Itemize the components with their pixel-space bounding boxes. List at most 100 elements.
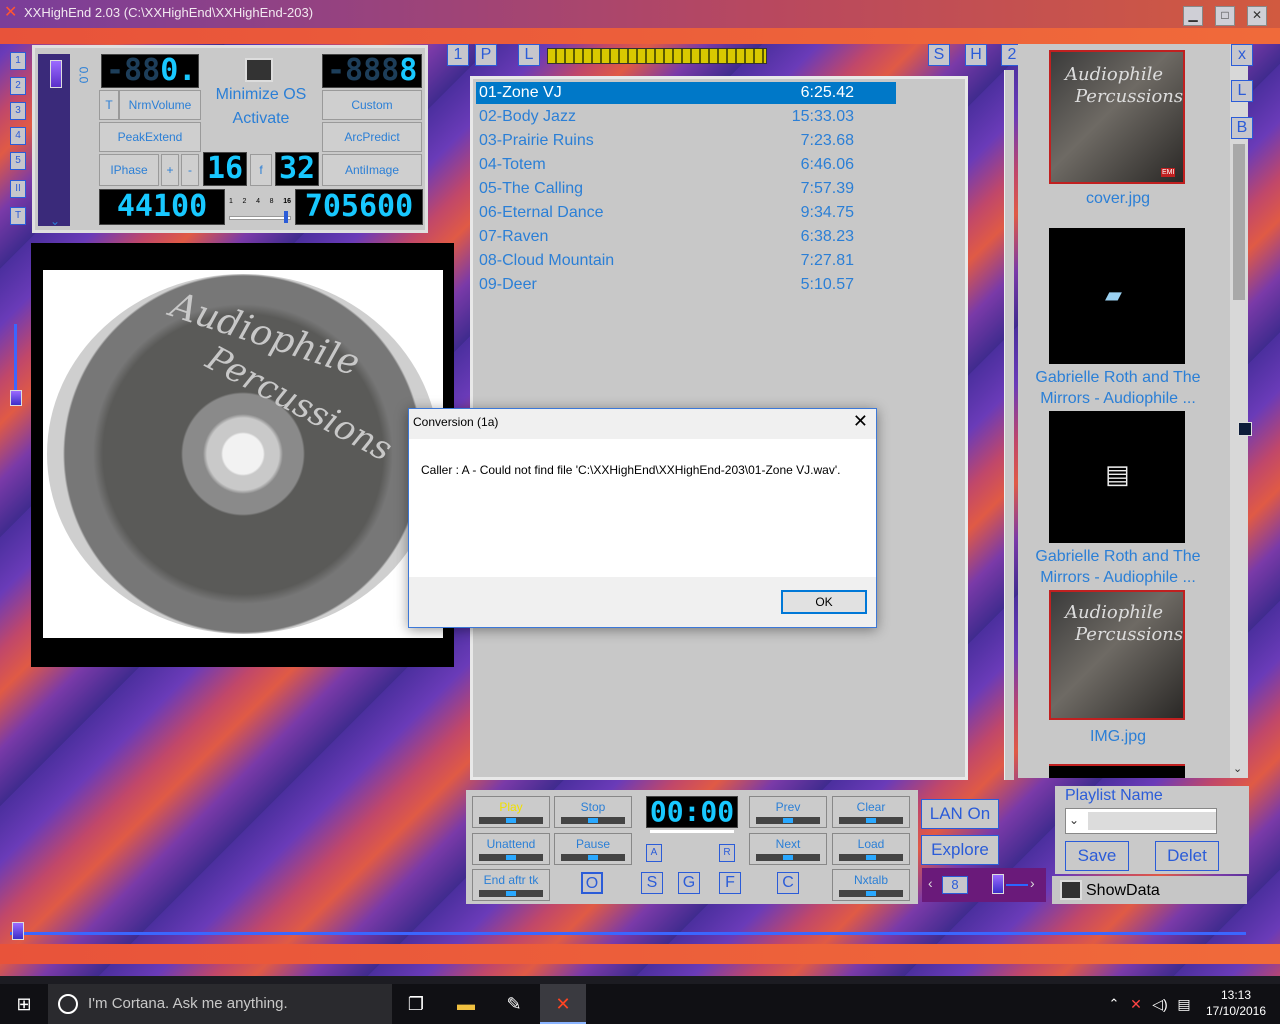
upsample-slider-handle[interactable] — [284, 211, 288, 223]
cortana-search-box[interactable]: I'm Cortana. Ask me anything. — [48, 984, 392, 1024]
chevron-left-icon[interactable]: ‹ — [928, 875, 933, 891]
thumbnail-cover[interactable]: Audiophile Percussions EMI — [1049, 50, 1185, 184]
chevron-down-icon[interactable]: ⌄ — [1069, 813, 1079, 827]
track-item[interactable]: 07-Raven 6:38.23 — [476, 226, 896, 248]
close-button[interactable]: ✕ — [1247, 6, 1267, 26]
next-button[interactable]: Next — [749, 833, 827, 865]
preset-ii-button[interactable]: II — [10, 180, 26, 198]
view-1-button[interactable]: 1 — [447, 44, 469, 66]
thumbnail-label[interactable]: Gabrielle Roth and The Mirrors - Audioph… — [1018, 367, 1218, 409]
thumbnail-label[interactable]: IMG.jpg — [1018, 726, 1218, 747]
plus-button[interactable]: + — [161, 154, 179, 186]
arc-predict-button[interactable]: ArcPredict — [322, 122, 422, 152]
volume-slider-handle[interactable] — [50, 60, 62, 88]
minus-button[interactable]: - — [181, 154, 199, 186]
windows-start-icon[interactable]: ⊞ — [12, 992, 36, 1016]
unattend-button[interactable]: Unattend — [472, 833, 550, 865]
lan-on-button[interactable]: LAN On — [921, 799, 999, 829]
clock-date[interactable]: 17/10/2016 — [1198, 1004, 1274, 1018]
thumbnail-file[interactable]: ▰ — [1049, 228, 1185, 364]
bottom-progress-slider[interactable] — [10, 932, 1246, 935]
thumbnail-img[interactable]: Audiophile Percussions — [1049, 590, 1185, 720]
preset-t-button[interactable]: T — [10, 207, 26, 225]
delete-button[interactable]: Delet — [1155, 841, 1219, 871]
right-b-button[interactable]: B — [1231, 117, 1253, 139]
playlist-name-input[interactable]: ⌄ — [1065, 808, 1217, 834]
thumbnail-partial[interactable] — [1049, 764, 1185, 778]
bottom-progress-handle[interactable] — [12, 922, 24, 940]
preset-3-button[interactable]: 3 — [10, 102, 26, 120]
g-button[interactable]: G — [678, 872, 700, 894]
position-slider[interactable] — [650, 830, 734, 833]
count-slider-handle[interactable] — [992, 874, 1004, 894]
xxhighend-taskbar-button[interactable]: ✕ — [540, 984, 586, 1024]
track-item[interactable]: 01-Zone VJ 6:25.42 — [476, 82, 896, 104]
chevron-down-icon[interactable]: ⌄ — [50, 214, 60, 228]
pause-button[interactable]: Pause — [554, 833, 632, 865]
preset-2-button[interactable]: 2 — [10, 77, 26, 95]
count-slider-track[interactable] — [1006, 884, 1028, 886]
minimize-os-label[interactable]: Minimize OS — [205, 86, 317, 104]
peak-extend-button[interactable]: PeakExtend — [99, 122, 201, 152]
s-mode-button[interactable]: S — [641, 872, 663, 894]
anti-image-button[interactable]: AntiImage — [322, 154, 422, 186]
x-button[interactable]: x — [1231, 44, 1253, 66]
stop-button[interactable]: Stop — [554, 796, 632, 828]
preset-4-button[interactable]: 4 — [10, 127, 26, 145]
end-after-track-button[interactable]: End aftr tk — [472, 869, 550, 901]
nrm-volume-button[interactable]: NrmVolume — [119, 90, 201, 120]
c-button[interactable]: C — [777, 872, 799, 894]
prev-button[interactable]: Prev — [749, 796, 827, 828]
track-item[interactable]: 04-Totem 6:46.06 — [476, 154, 896, 176]
show-data-toggle[interactable] — [1060, 880, 1082, 900]
upsample-slider[interactable] — [229, 211, 291, 223]
dialog-close-icon[interactable]: ✕ — [853, 411, 868, 432]
clock-time[interactable]: 13:13 — [1206, 988, 1266, 1002]
h-button[interactable]: H — [965, 44, 987, 66]
left-vertical-slider-handle[interactable] — [10, 390, 22, 406]
task-view-icon[interactable]: ❐ — [404, 992, 428, 1016]
volume-slider[interactable]: ⌄ — [38, 54, 70, 228]
play-button[interactable]: Play — [472, 796, 550, 828]
preset-1-button[interactable]: 1 — [10, 52, 26, 70]
p-button[interactable]: P — [475, 44, 497, 66]
r-button[interactable]: R — [719, 844, 735, 862]
chevron-up-icon[interactable]: ⌃ — [1102, 992, 1126, 1016]
chevron-right-icon[interactable]: › — [1030, 875, 1035, 891]
thumbnail-file[interactable]: ▤ — [1049, 411, 1185, 543]
iphase-button[interactable]: IPhase — [99, 154, 159, 186]
thumbnail-label[interactable]: cover.jpg — [1018, 188, 1218, 209]
load-button[interactable]: Load — [832, 833, 910, 865]
next-album-button[interactable]: Nxtalb — [832, 869, 910, 901]
f-mode-button[interactable]: F — [719, 872, 741, 894]
f-button[interactable]: f — [250, 154, 272, 186]
o-button[interactable]: O — [581, 872, 603, 894]
file-explorer-icon[interactable]: ▬ — [454, 992, 478, 1016]
s-button[interactable]: S — [928, 44, 950, 66]
track-item[interactable]: 02-Body Jazz 15:33.03 — [476, 106, 896, 128]
volume-icon[interactable]: ◁) — [1148, 992, 1172, 1016]
thumbnail-scrollbar-thumb[interactable] — [1233, 144, 1245, 300]
minimize-button[interactable]: ▁ — [1183, 6, 1203, 26]
preset-5-button[interactable]: 5 — [10, 152, 26, 170]
save-button[interactable]: Save — [1065, 841, 1129, 871]
thumbnail-label[interactable]: Gabrielle Roth and The Mirrors - Audioph… — [1018, 546, 1218, 588]
scroll-down-icon[interactable]: ⌄ — [1233, 762, 1242, 775]
ok-button[interactable]: OK — [781, 590, 867, 614]
right-l-button[interactable]: L — [1231, 80, 1253, 102]
paint-icon[interactable]: ✎ — [502, 992, 526, 1016]
thumbnail-scrollbar[interactable]: ⌄ — [1230, 44, 1248, 778]
custom-button[interactable]: Custom — [322, 90, 422, 120]
track-item[interactable]: 09-Deer 5:10.57 — [476, 274, 896, 296]
track-item[interactable]: 05-The Calling 7:57.39 — [476, 178, 896, 200]
explore-button[interactable]: Explore — [921, 835, 999, 865]
maximize-button[interactable]: □ — [1215, 6, 1235, 26]
track-item[interactable]: 08-Cloud Mountain 7:27.81 — [476, 250, 896, 272]
count-value[interactable]: 8 — [942, 876, 968, 894]
t-button[interactable]: T — [99, 90, 119, 120]
right-side-toggle[interactable] — [1238, 422, 1252, 436]
clear-button[interactable]: Clear — [832, 796, 910, 828]
l-button[interactable]: L — [518, 44, 540, 66]
track-item[interactable]: 03-Prairie Ruins 7:23.68 — [476, 130, 896, 152]
activate-label[interactable]: Activate — [205, 110, 317, 128]
